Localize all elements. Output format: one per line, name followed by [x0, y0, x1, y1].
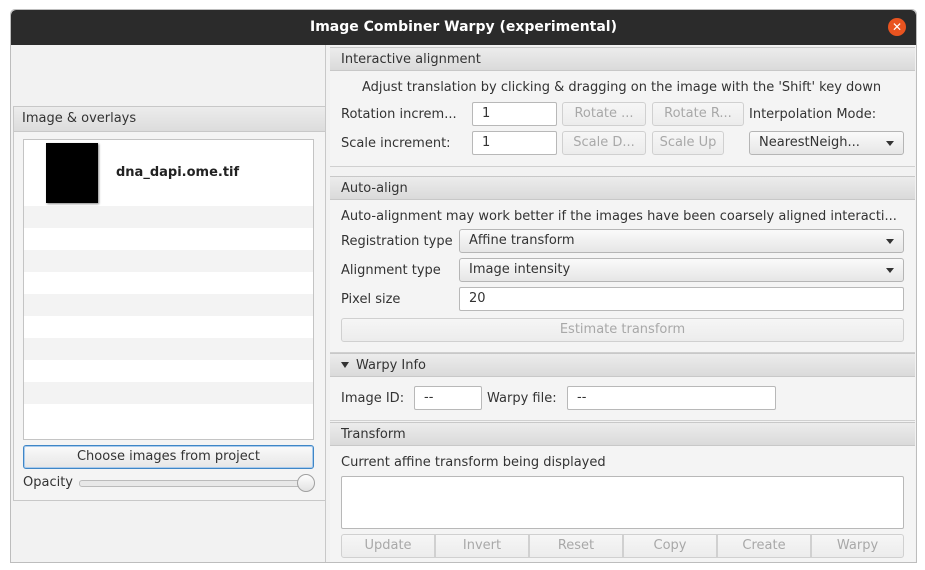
- interpolation-mode-label: Interpolation Mode:: [749, 107, 877, 122]
- warpy-file-field[interactable]: --: [567, 386, 776, 410]
- scale-up-button[interactable]: Scale Up: [652, 131, 724, 155]
- transform-textarea[interactable]: [341, 476, 904, 529]
- transform-body: Current affine transform being displayed…: [330, 446, 915, 562]
- image-id-field[interactable]: --: [414, 386, 482, 410]
- expand-triangle-icon: [341, 362, 349, 368]
- list-row: [24, 360, 313, 382]
- warpy-button[interactable]: Warpy: [811, 534, 904, 558]
- rotation-increment-label: Rotation increm...: [341, 107, 457, 122]
- close-icon[interactable]: ✕: [888, 18, 906, 36]
- pixel-size-label: Pixel size: [341, 292, 401, 307]
- warpy-info-header[interactable]: Warpy Info: [330, 353, 915, 377]
- registration-type-label: Registration type: [341, 234, 453, 249]
- image-list[interactable]: dna_dapi.ome.tif: [23, 139, 314, 440]
- opacity-slider-handle[interactable]: [297, 474, 315, 492]
- right-pane: Interactive alignment Adjust translation…: [330, 45, 916, 562]
- auto-align-body: Auto-alignment may work better if the im…: [330, 200, 915, 353]
- alignment-type-select[interactable]: Image intensity: [459, 258, 904, 282]
- list-row: [24, 228, 313, 250]
- image-overlays-panel: Image & overlays dna_dapi.ome.tif Choose…: [13, 106, 326, 501]
- chevron-down-icon: [886, 268, 894, 273]
- opacity-slider[interactable]: [79, 480, 313, 487]
- list-row: [24, 206, 313, 228]
- panel-title: Image & overlays: [14, 107, 325, 132]
- interpolation-mode-select[interactable]: NearestNeigh...: [749, 131, 904, 155]
- list-row: [24, 382, 313, 404]
- list-row: [24, 338, 313, 360]
- interactive-alignment-header[interactable]: Interactive alignment: [330, 47, 915, 71]
- auto-align-hint: Auto-alignment may work better if the im…: [341, 209, 897, 224]
- registration-type-select[interactable]: Affine transform: [459, 229, 904, 253]
- rotate-left-button[interactable]: Rotate ...: [562, 102, 646, 126]
- image-thumbnail: [46, 143, 98, 203]
- list-row: [24, 250, 313, 272]
- title-bar: Image Combiner Warpy (experimental) ✕: [11, 10, 916, 45]
- alignment-type-value: Image intensity: [469, 262, 571, 277]
- registration-type-value: Affine transform: [469, 233, 575, 248]
- opacity-label: Opacity: [23, 475, 74, 490]
- warpy-info-title: Warpy Info: [356, 358, 427, 373]
- chevron-down-icon: [886, 239, 894, 244]
- choose-images-button[interactable]: Choose images from project: [23, 445, 314, 469]
- scale-increment-input[interactable]: 1: [472, 131, 557, 155]
- rotate-right-button[interactable]: Rotate R...: [652, 102, 744, 126]
- estimate-transform-button[interactable]: Estimate transform: [341, 318, 904, 342]
- create-button[interactable]: Create: [717, 534, 811, 558]
- window-title: Image Combiner Warpy (experimental): [309, 19, 618, 35]
- transform-label: Current affine transform being displayed: [341, 455, 606, 470]
- interactive-hint: Adjust translation by clicking & draggin…: [362, 80, 882, 95]
- rotation-increment-input[interactable]: 1: [472, 102, 557, 126]
- invert-button[interactable]: Invert: [435, 534, 529, 558]
- image-name: dna_dapi.ome.tif: [116, 165, 240, 180]
- list-item[interactable]: dna_dapi.ome.tif: [24, 140, 313, 206]
- chevron-down-icon: [886, 141, 894, 146]
- warpy-file-label: Warpy file:: [487, 391, 557, 406]
- list-row: [24, 316, 313, 338]
- left-pane: Image & overlays dna_dapi.ome.tif Choose…: [11, 45, 326, 562]
- transform-header[interactable]: Transform: [330, 422, 915, 446]
- app-window: Image Combiner Warpy (experimental) ✕ Im…: [10, 9, 917, 563]
- auto-align-header[interactable]: Auto-align: [330, 176, 915, 200]
- reset-button[interactable]: Reset: [529, 534, 623, 558]
- image-id-label: Image ID:: [341, 391, 405, 406]
- list-row: [24, 272, 313, 294]
- interpolation-mode-value: NearestNeigh...: [759, 135, 860, 150]
- scale-down-button[interactable]: Scale D...: [562, 131, 646, 155]
- interactive-alignment-body: Adjust translation by clicking & draggin…: [330, 71, 915, 167]
- update-button[interactable]: Update: [341, 534, 435, 558]
- alignment-type-label: Alignment type: [341, 263, 441, 278]
- copy-button[interactable]: Copy: [623, 534, 717, 558]
- scale-increment-label: Scale increment:: [341, 136, 451, 151]
- warpy-info-body: Image ID: -- Warpy file: --: [330, 377, 915, 421]
- list-row: [24, 294, 313, 316]
- list-row: [24, 404, 313, 426]
- pixel-size-input[interactable]: 20: [459, 287, 904, 311]
